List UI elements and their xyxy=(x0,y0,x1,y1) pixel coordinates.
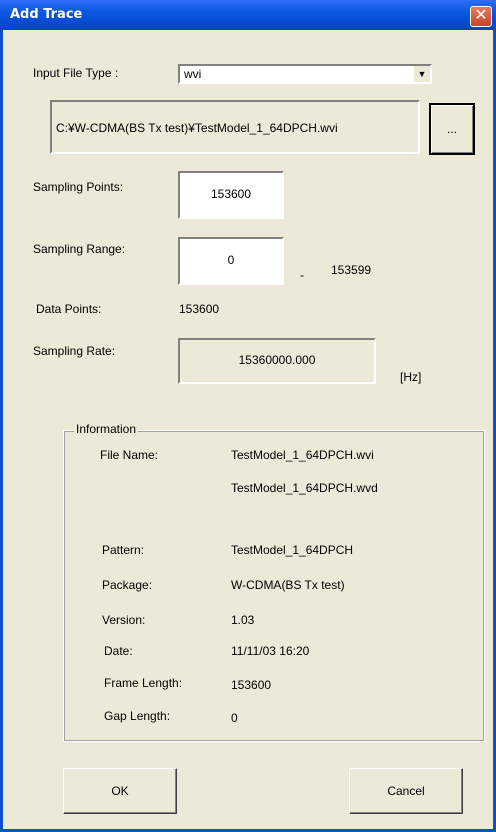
close-button[interactable]: ✕ xyxy=(470,6,492,27)
data-points-value: 153600 xyxy=(179,302,220,316)
input-file-type-label: Input File Type : xyxy=(33,66,119,80)
file-name-label: File Name: xyxy=(100,448,159,462)
package-value: W-CDMA(BS Tx test) xyxy=(231,578,345,592)
sampling-rate-unit: [Hz] xyxy=(400,370,422,384)
file-name-1: TestModel_1_64DPCH.wvi xyxy=(231,448,374,462)
version-value: 1.03 xyxy=(231,613,255,627)
sampling-points-label: Sampling Points: xyxy=(33,180,124,194)
sampling-points-input[interactable]: 153600 xyxy=(178,171,284,219)
close-icon: ✕ xyxy=(474,7,488,24)
sampling-range-start-input[interactable]: 0 xyxy=(178,237,284,285)
gap-length-value: 0 xyxy=(231,711,238,725)
browse-button[interactable]: ... xyxy=(429,103,475,155)
file-name-2: TestModel_1_64DPCH.wvd xyxy=(231,481,378,495)
gap-length-label: Gap Length: xyxy=(104,709,171,723)
date-value: 11/11/03 16:20 xyxy=(231,644,310,658)
sampling-rate-label: Sampling Rate: xyxy=(33,344,116,358)
frame-length-value: 153600 xyxy=(231,678,272,692)
file-path-value: C:¥W-CDMA(BS Tx test)¥TestModel_1_64DPCH… xyxy=(56,121,338,135)
pattern-label: Pattern: xyxy=(102,543,145,557)
sampling-rate-field: 15360000.000 xyxy=(178,338,376,384)
window-title: Add Trace xyxy=(10,7,83,22)
frame-length-label: Frame Length: xyxy=(104,676,183,690)
date-label: Date: xyxy=(104,644,133,658)
title-bar[interactable]: Add Trace ✕ xyxy=(0,0,496,30)
chevron-down-icon[interactable]: ▼ xyxy=(414,66,430,82)
sampling-range-label: Sampling Range: xyxy=(33,242,126,256)
information-title: Information xyxy=(74,422,139,436)
cancel-button[interactable]: Cancel xyxy=(349,768,463,814)
data-points-label: Data Points: xyxy=(36,302,102,316)
sampling-range-end: 153599 xyxy=(331,263,372,277)
information-group: Information File Name: TestModel_1_64DPC… xyxy=(63,422,485,742)
input-file-type-value: wvi xyxy=(184,67,202,81)
version-label: Version: xyxy=(102,613,146,627)
add-trace-dialog: Add Trace ✕ Input File Type : wvi ▼ C:¥W… xyxy=(0,0,496,832)
file-path-field[interactable]: C:¥W-CDMA(BS Tx test)¥TestModel_1_64DPCH… xyxy=(50,100,420,154)
range-separator: - xyxy=(300,268,304,282)
ok-button[interactable]: OK xyxy=(63,768,177,814)
package-label: Package: xyxy=(102,578,153,592)
input-file-type-select[interactable]: wvi ▼ xyxy=(178,64,432,84)
pattern-value: TestModel_1_64DPCH xyxy=(231,543,354,557)
